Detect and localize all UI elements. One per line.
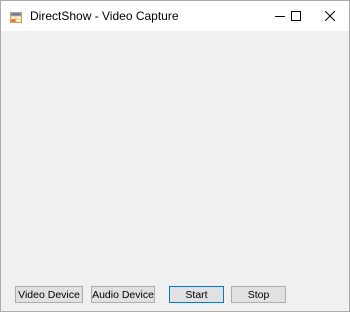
window-title: DirectShow - Video Capture bbox=[30, 9, 179, 23]
close-button[interactable] bbox=[307, 1, 349, 31]
app-icon bbox=[9, 10, 23, 24]
video-device-button[interactable]: Video Device bbox=[15, 286, 83, 303]
app-window: DirectShow - Video Capture Video Device … bbox=[0, 0, 350, 312]
maximize-icon bbox=[291, 11, 301, 21]
close-icon bbox=[325, 11, 335, 21]
start-button[interactable]: Start bbox=[169, 286, 224, 303]
client-area: Video Device Audio Device Start Stop bbox=[1, 31, 349, 311]
title-bar[interactable]: DirectShow - Video Capture bbox=[1, 1, 349, 31]
stop-button[interactable]: Stop bbox=[231, 286, 286, 303]
audio-device-button[interactable]: Audio Device bbox=[91, 286, 155, 303]
